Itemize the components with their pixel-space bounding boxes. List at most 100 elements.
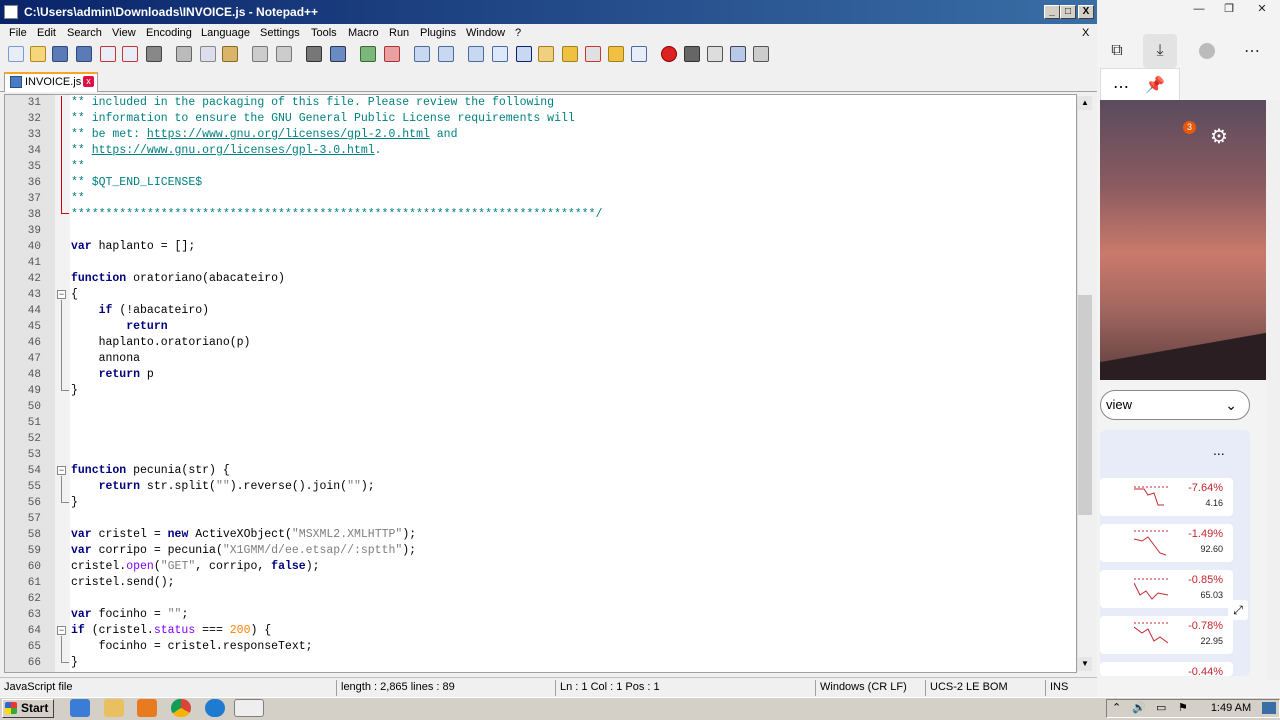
- replace-icon[interactable]: [330, 46, 346, 62]
- line-number: 55: [27, 481, 41, 493]
- code-line: }: [71, 656, 78, 669]
- menu-language[interactable]: Language: [201, 24, 250, 42]
- fold-toggle-icon[interactable]: −: [57, 626, 66, 635]
- line-number: 42: [27, 273, 41, 285]
- chrome-icon[interactable]: [171, 699, 191, 717]
- code-line: **: [71, 160, 85, 173]
- stock-item[interactable]: -0.78% 22.95: [1100, 616, 1233, 654]
- menu-help[interactable]: ?: [515, 24, 521, 42]
- tray-expand-icon[interactable]: ⌃: [1112, 701, 1121, 714]
- print-icon[interactable]: [146, 46, 162, 62]
- explorer-icon[interactable]: [104, 699, 124, 717]
- close-button[interactable]: X: [1078, 5, 1094, 19]
- redo-icon[interactable]: [276, 46, 292, 62]
- sync-v-icon[interactable]: [414, 46, 430, 62]
- profile-avatar[interactable]: [1190, 34, 1224, 68]
- record-macro-icon[interactable]: [661, 46, 677, 62]
- line-number: 33: [27, 129, 41, 141]
- menu-run[interactable]: Run: [389, 24, 409, 42]
- function-list-icon[interactable]: [585, 46, 601, 62]
- expand-icon[interactable]: ⤢: [1228, 600, 1248, 620]
- view-dropdown[interactable]: view ⌄: [1100, 390, 1250, 420]
- volume-icon[interactable]: 🔊: [1132, 701, 1146, 714]
- paste-icon[interactable]: [222, 46, 238, 62]
- stock-change: -0.85%: [1188, 574, 1223, 586]
- word-wrap-icon[interactable]: [468, 46, 484, 62]
- license-link[interactable]: https://www.gnu.org/licenses/gpl-3.0.htm…: [92, 144, 375, 157]
- menu-search[interactable]: Search: [67, 24, 102, 42]
- new-file-icon[interactable]: [8, 46, 24, 62]
- scroll-up-icon[interactable]: ▲: [1078, 96, 1092, 110]
- monitoring-icon[interactable]: [631, 46, 647, 62]
- menu-macro[interactable]: Macro: [348, 24, 379, 42]
- save-icon[interactable]: [52, 46, 68, 62]
- save-macro-icon[interactable]: [753, 46, 769, 62]
- gear-icon[interactable]: ⚙: [1210, 124, 1228, 149]
- menu-window[interactable]: Window: [466, 24, 505, 42]
- media-player-icon[interactable]: [137, 699, 157, 717]
- close-all-icon[interactable]: [122, 46, 138, 62]
- doc-map-icon[interactable]: [562, 46, 578, 62]
- settings-more-icon[interactable]: ⋯: [1235, 34, 1269, 68]
- menu-file[interactable]: File: [9, 24, 27, 42]
- edge-close-button[interactable]: ✕: [1247, 0, 1277, 18]
- udl-icon[interactable]: [538, 46, 554, 62]
- sparkline: [1134, 530, 1170, 556]
- edge-icon[interactable]: [205, 699, 225, 717]
- edge-restore-button[interactable]: ❐: [1214, 0, 1244, 18]
- open-file-icon[interactable]: [30, 46, 46, 62]
- status-encoding: UCS-2 LE BOM: [925, 680, 1008, 696]
- more-icon[interactable]: ⋯: [1113, 77, 1129, 97]
- stock-item[interactable]: -0.44%: [1100, 662, 1233, 676]
- scrollbar-thumb[interactable]: [1078, 295, 1092, 515]
- pin-icon[interactable]: 📌: [1145, 75, 1165, 95]
- edge-scrollbar[interactable]: [1266, 100, 1280, 680]
- menu-edit[interactable]: Edit: [37, 24, 56, 42]
- stock-change: -1.49%: [1188, 528, 1223, 540]
- undo-icon[interactable]: [252, 46, 268, 62]
- folder-workspace-icon[interactable]: [608, 46, 624, 62]
- menu-settings[interactable]: Settings: [260, 24, 300, 42]
- downloads-icon[interactable]: ⤓: [1143, 34, 1177, 68]
- close-file-icon[interactable]: [100, 46, 116, 62]
- scroll-down-icon[interactable]: ▼: [1078, 657, 1092, 671]
- fold-line: [61, 390, 69, 391]
- play-macro-icon[interactable]: [707, 46, 723, 62]
- ie-icon[interactable]: [70, 699, 90, 717]
- zoom-in-icon[interactable]: [360, 46, 376, 62]
- fold-toggle-icon[interactable]: −: [57, 290, 66, 299]
- code-line: function pecunia(str) {: [71, 464, 230, 477]
- show-desktop-icon[interactable]: [1262, 702, 1276, 714]
- menu-plugins[interactable]: Plugins: [420, 24, 456, 42]
- notepadpp-taskbar-button[interactable]: [234, 699, 264, 717]
- run-macro-multiple-icon[interactable]: [730, 46, 746, 62]
- indent-guide-icon[interactable]: [516, 46, 532, 62]
- widget-more-button[interactable]: ...: [1213, 442, 1225, 458]
- network-icon[interactable]: ▭: [1156, 701, 1166, 714]
- license-link[interactable]: https://www.gnu.org/licenses/gpl-2.0.htm…: [147, 128, 430, 141]
- flag-icon[interactable]: ⚑: [1178, 701, 1188, 714]
- doc-close-button[interactable]: X: [1082, 24, 1089, 42]
- copy-icon[interactable]: [200, 46, 216, 62]
- stock-item[interactable]: -1.49% 92.60: [1100, 524, 1233, 562]
- menu-encoding[interactable]: Encoding: [146, 24, 192, 42]
- code-line: }: [71, 496, 78, 509]
- show-all-chars-icon[interactable]: [492, 46, 508, 62]
- maximize-button[interactable]: □: [1060, 5, 1076, 19]
- cut-icon[interactable]: [176, 46, 192, 62]
- sync-h-icon[interactable]: [438, 46, 454, 62]
- stock-item[interactable]: -0.85% 65.03: [1100, 570, 1233, 608]
- save-all-icon[interactable]: [76, 46, 92, 62]
- find-icon[interactable]: [306, 46, 322, 62]
- tab-close-icon[interactable]: x: [83, 76, 94, 87]
- collections-icon[interactable]: ⧉: [1100, 34, 1134, 68]
- menu-tools[interactable]: Tools: [311, 24, 337, 42]
- menu-view[interactable]: View: [112, 24, 136, 42]
- zoom-out-icon[interactable]: [384, 46, 400, 62]
- fold-toggle-icon[interactable]: −: [57, 466, 66, 475]
- minimize-button[interactable]: _: [1044, 5, 1060, 19]
- stock-item[interactable]: -7.64% 4.16: [1100, 478, 1233, 516]
- edge-minimize-button[interactable]: —: [1184, 0, 1214, 18]
- stop-macro-icon[interactable]: [684, 46, 700, 62]
- edge-titlebar: — ❐ ✕: [1097, 0, 1280, 28]
